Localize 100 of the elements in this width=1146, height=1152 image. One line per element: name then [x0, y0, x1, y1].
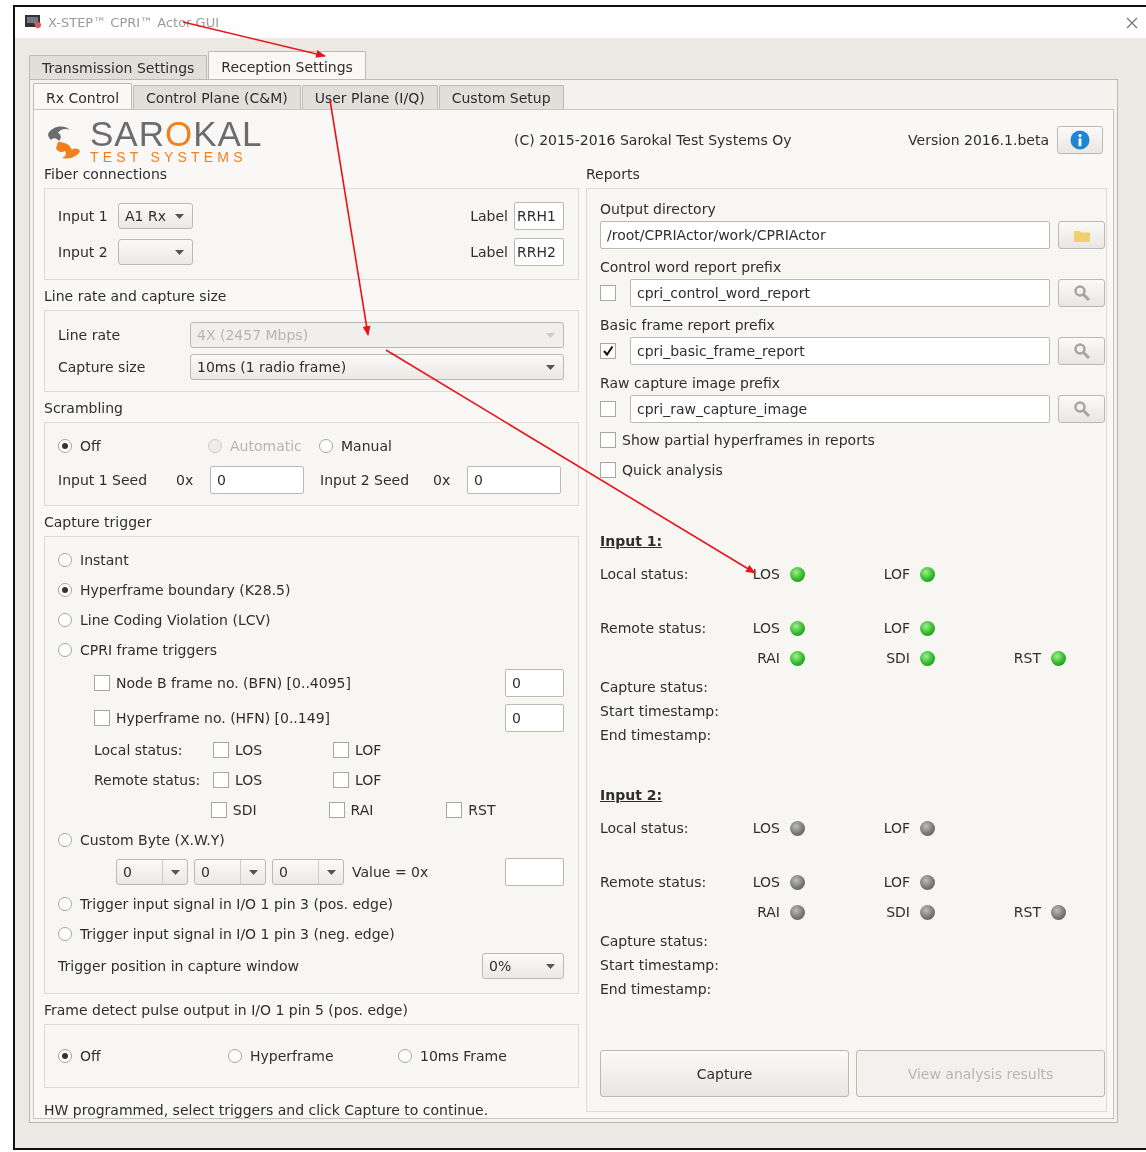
radio-button[interactable]: CPRI frame triggers [58, 642, 218, 658]
info-label: Capture status: [600, 932, 709, 951]
indicator-label: RST [1013, 650, 1041, 666]
checkbox[interactable] [600, 462, 616, 478]
hex-prefix: 0x [433, 472, 452, 488]
section-title: Line rate and capture size [44, 287, 228, 306]
tab[interactable]: Transmission Settings [29, 55, 208, 79]
indicator-label: LOS [752, 620, 780, 636]
search-icon [1073, 343, 1090, 359]
checkbox[interactable] [600, 285, 616, 301]
input-field[interactable]: 0 [210, 466, 304, 494]
status-label: Local status: [600, 819, 690, 838]
app-icon [25, 15, 42, 30]
dropdown[interactable]: A1 Rx [118, 203, 193, 229]
checkbox-label: SDI [232, 802, 257, 818]
checkbox[interactable] [94, 709, 110, 726]
checkbox[interactable] [600, 401, 616, 417]
search-button[interactable] [1058, 337, 1105, 365]
input-field[interactable]: cpri_control_word_report [630, 279, 1050, 307]
input-field[interactable] [505, 858, 564, 886]
indicator-label: LOS [752, 566, 780, 582]
caret-icon [326, 869, 336, 875]
radio-button[interactable]: 10ms Frame [398, 1048, 548, 1064]
radio-button[interactable]: Off [58, 438, 208, 454]
radio-button[interactable]: Manual [319, 438, 439, 454]
radio-button[interactable]: Hyperframe [228, 1048, 398, 1064]
indicator-label: RAI [757, 904, 780, 920]
tab[interactable]: Custom Setup [438, 85, 564, 109]
input-field[interactable]: cpri_raw_capture_image [630, 395, 1050, 423]
checkbox[interactable] [328, 802, 345, 818]
checkbox[interactable] [94, 674, 110, 691]
radio-button[interactable]: Off [58, 1048, 228, 1064]
logo-wordmark: SAROKAL [90, 116, 263, 151]
label-caption: Label [470, 208, 508, 224]
input-field[interactable]: 0 [505, 703, 564, 732]
dropdown[interactable]: 0% [482, 953, 564, 979]
browse-button[interactable] [1058, 221, 1105, 249]
seed-label: Input 1 Seed [58, 472, 149, 488]
indicator-label: RAI [757, 650, 780, 666]
checkbox[interactable] [600, 432, 616, 448]
input-field[interactable]: RRH2 [514, 238, 564, 266]
tab[interactable]: Reception Settings [208, 51, 366, 79]
input-field[interactable]: 0 [505, 668, 564, 697]
tab[interactable]: Rx Control [33, 83, 133, 109]
tab[interactable]: User Plane (I/Q) [301, 85, 438, 109]
caret-icon [170, 869, 180, 875]
info-label: Start timestamp: [600, 956, 720, 975]
input-heading: Input 1: [600, 533, 664, 549]
checkbox[interactable] [446, 802, 463, 818]
caret-icon [546, 332, 555, 338]
info-label: Capture status: [600, 678, 709, 697]
checkbox-label: LOF [355, 772, 382, 788]
info-label: Start timestamp: [600, 702, 720, 721]
input-field[interactable]: cpri_basic_frame_report [630, 337, 1050, 365]
dropdown[interactable] [118, 239, 193, 265]
section-title: Scrambling [44, 399, 124, 418]
status-label: Local status: [600, 565, 690, 584]
indicator-label: LOS [752, 820, 780, 836]
indicator-label: LOF [883, 820, 910, 836]
dropdown[interactable]: 0 [194, 859, 266, 885]
checkbox[interactable] [333, 742, 349, 758]
search-button[interactable] [1058, 279, 1105, 307]
field-label: Output directory [600, 200, 717, 219]
checkbox[interactable] [213, 742, 229, 758]
radio-button[interactable]: Line Coding Violation (LCV) [58, 612, 271, 628]
input-field[interactable]: /root/CPRIActor/work/CPRIActor [600, 221, 1050, 249]
radio-button[interactable]: Trigger input signal in I/O 1 pin 3 (neg. edge) [58, 926, 395, 942]
checkbox-label: RST [468, 802, 496, 818]
status-label: Local status: [94, 742, 184, 758]
dropdown[interactable]: 0 [116, 859, 188, 885]
checkbox-label: LOS [235, 772, 263, 788]
close-icon[interactable] [1126, 16, 1138, 29]
dropdown[interactable]: 10ms (1 radio frame) [190, 354, 564, 380]
search-button[interactable] [1058, 395, 1105, 423]
checkbox-label: Hyperframe no. (HFN) [0..149] [116, 709, 330, 726]
checkbox[interactable] [213, 772, 229, 788]
info-button[interactable] [1057, 126, 1103, 154]
hex-prefix: 0x [176, 472, 195, 488]
copyright-text: (C) 2015-2016 Sarokal Test Systems Oy [514, 132, 793, 148]
checkbox[interactable] [210, 802, 227, 818]
checkbox[interactable] [333, 772, 349, 788]
input-field[interactable]: 0 [467, 466, 561, 494]
radio-button[interactable]: Trigger input signal in I/O 1 pin 3 (pos. edge) [58, 896, 393, 912]
radio-button[interactable]: Custom Byte (X.W.Y) [58, 832, 225, 848]
action-button[interactable]: Capture [600, 1050, 849, 1097]
dropdown[interactable]: 0 [272, 859, 344, 885]
checkbox-label: LOS [235, 742, 263, 758]
status-label: Remote status: [94, 772, 202, 788]
field-label: Basic frame report prefix [600, 316, 776, 335]
checkbox-label: Node B frame no. (BFN) [0..4095] [116, 674, 351, 691]
field-label: Capture size [58, 359, 147, 375]
tab[interactable]: Control Plane (C&M) [133, 85, 301, 109]
seed-label: Input 2 Seed [320, 472, 411, 488]
radio-button[interactable]: Hyperframe boundary (K28.5) [58, 582, 291, 598]
search-icon [1073, 285, 1090, 301]
indicator-label: LOF [883, 874, 910, 890]
section-title: Frame detect pulse output in I/O 1 pin 5 (pos. edge) [44, 1001, 409, 1020]
checkbox[interactable] [600, 343, 616, 359]
input-field[interactable]: RRH1 [514, 202, 564, 230]
radio-button[interactable]: Instant [58, 552, 129, 568]
